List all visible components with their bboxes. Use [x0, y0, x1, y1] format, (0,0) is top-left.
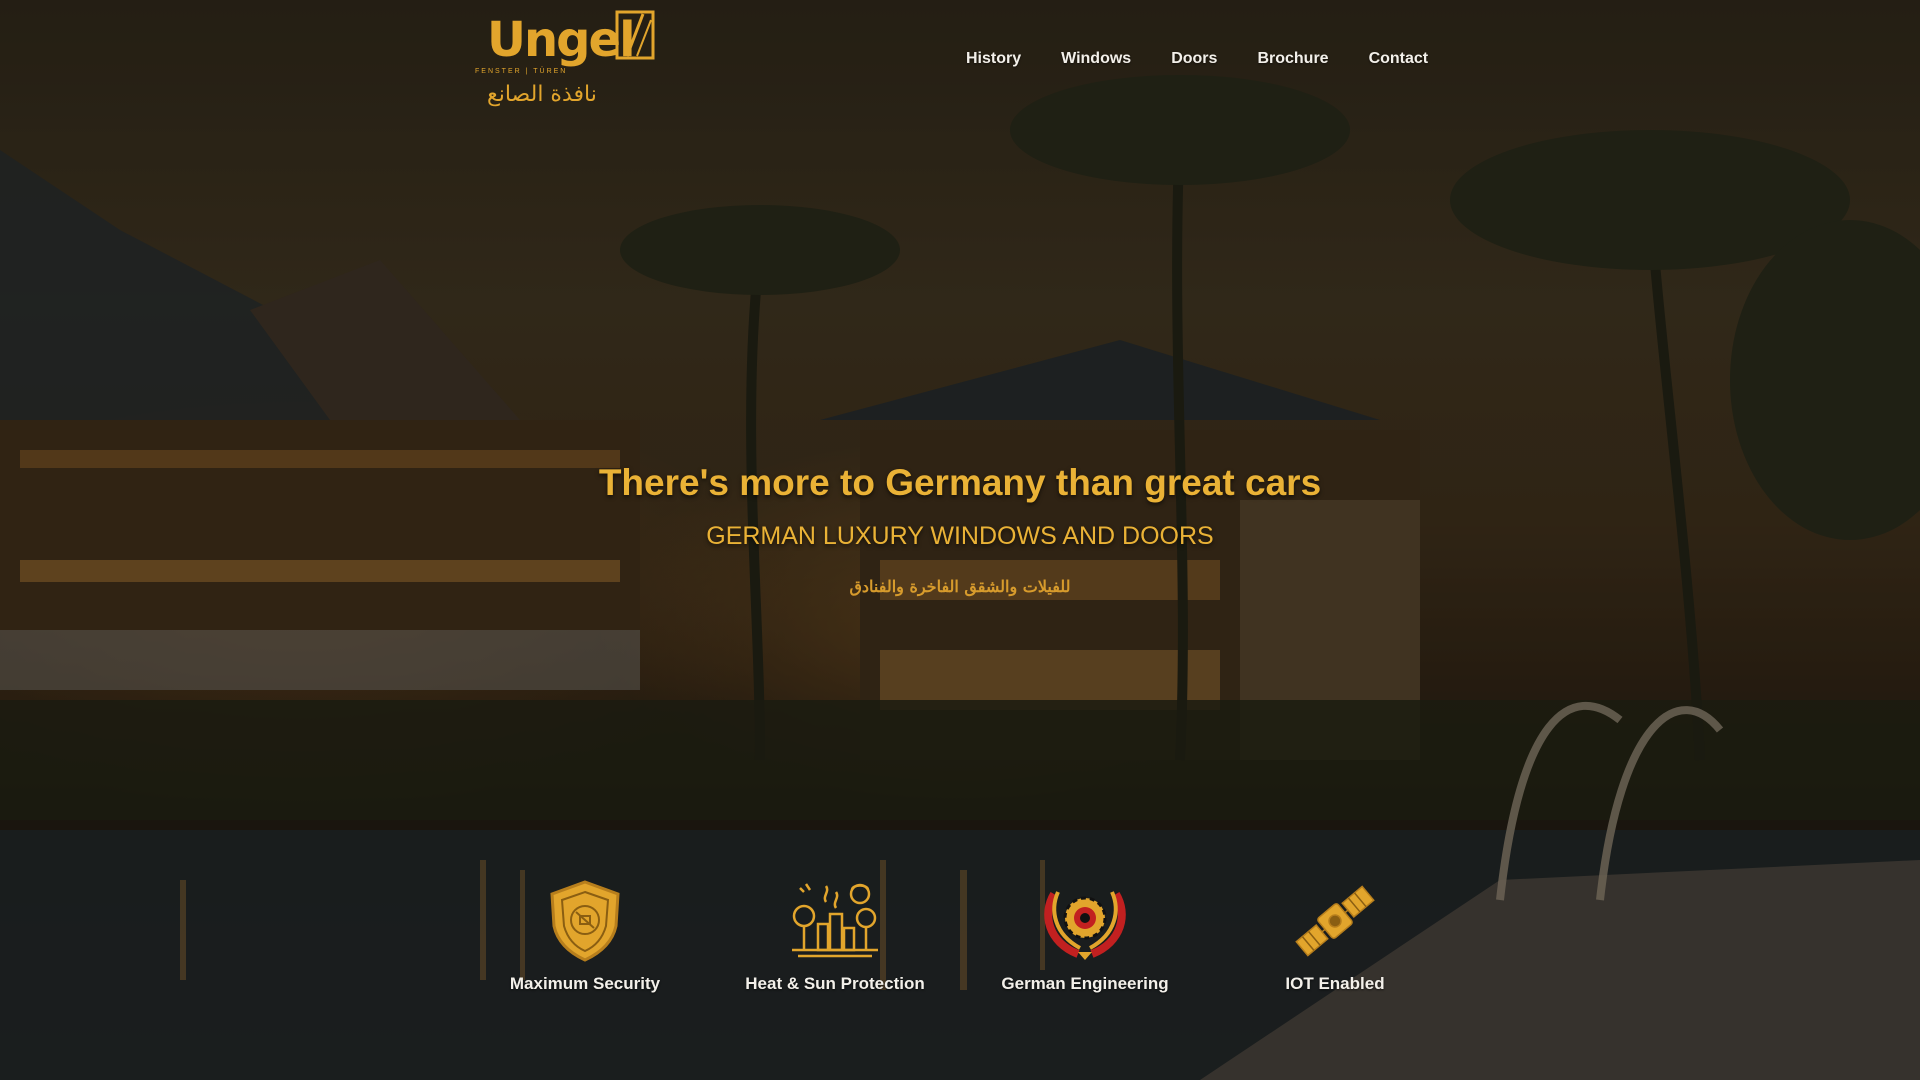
feature-security: Maximum Security	[460, 880, 710, 994]
gear-wreath-icon	[1044, 891, 1126, 960]
logo-wordmark: Ungel	[487, 12, 636, 68]
nav-windows[interactable]: Windows	[1061, 50, 1131, 68]
hero-section: There's more to Germany than great cars …	[0, 462, 1920, 596]
hero-subtitle: GERMAN LUXURY WINDOWS AND DOORS	[706, 522, 1214, 550]
feature-label: Maximum Security	[509, 974, 661, 993]
logo-tagline: FENSTER | TÜREN	[475, 68, 568, 75]
main-nav: History Windows Doors Brochure Contact	[966, 50, 1428, 68]
hero-arabic-subtitle: للفيلات والشقق الفاخرة والفنادق	[849, 577, 1071, 596]
feature-label: Heat & Sun Protection	[745, 974, 925, 993]
feature-engineering: German Engineering	[960, 880, 1210, 994]
nav-brochure[interactable]: Brochure	[1257, 50, 1328, 68]
page: Ungel FENSTER | TÜREN نافذة الصانع Histo…	[0, 0, 1920, 1080]
nav-contact[interactable]: Contact	[1369, 50, 1429, 68]
feature-label: IOT Enabled	[1285, 974, 1385, 993]
window-frame-icon	[615, 10, 655, 60]
satellite-icon	[1295, 885, 1375, 957]
hero-title: There's more to Germany than great cars	[598, 462, 1322, 503]
brand-logo[interactable]: Ungel FENSTER | TÜREN نافذة الصانع	[475, 10, 655, 110]
city-sun-icon	[792, 883, 878, 958]
feature-iot: IOT Enabled	[1210, 880, 1460, 994]
nav-history[interactable]: History	[966, 50, 1021, 68]
shield-icon	[550, 880, 620, 962]
feature-label: German Engineering	[1001, 974, 1169, 993]
logo-arabic-name: نافذة الصانع	[487, 82, 597, 107]
feature-heat-sun: Heat & Sun Protection	[710, 880, 960, 994]
nav-doors[interactable]: Doors	[1171, 50, 1217, 68]
